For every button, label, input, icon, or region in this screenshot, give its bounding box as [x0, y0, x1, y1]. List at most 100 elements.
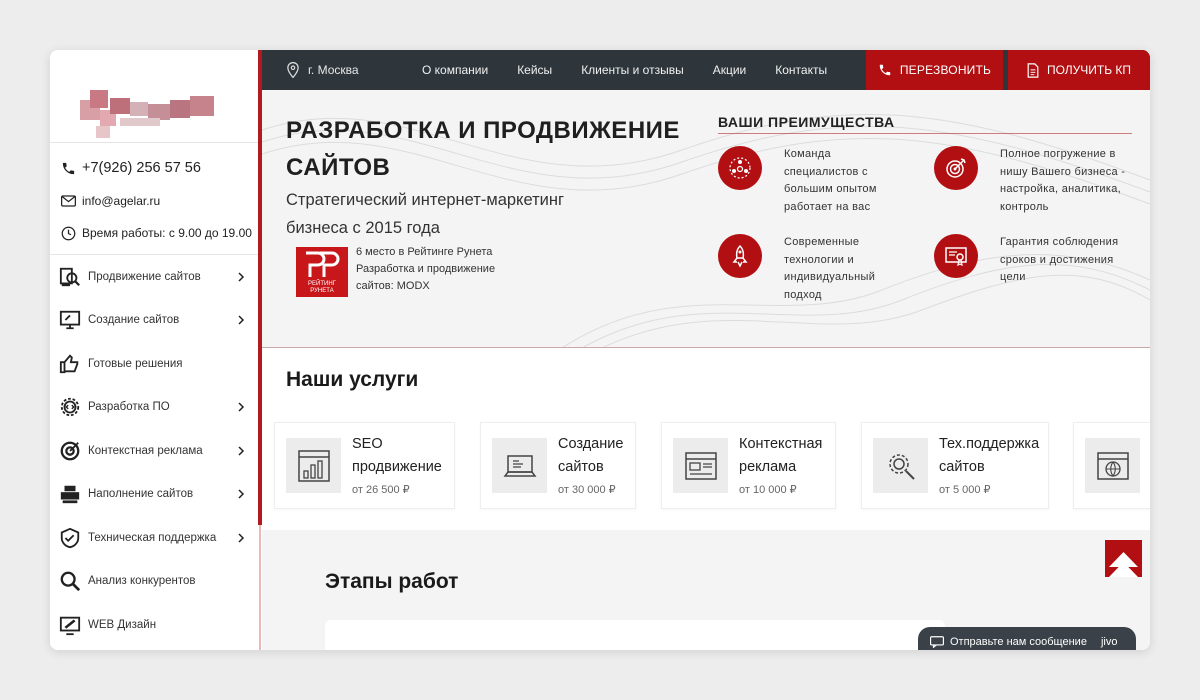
- chevron-right-icon: [238, 533, 245, 543]
- chevron-right-icon: [238, 489, 245, 499]
- nav-cases[interactable]: Кейсы: [517, 63, 552, 77]
- seo-icon: [58, 265, 82, 289]
- phone-link[interactable]: +7(926) 256 57 56: [50, 151, 258, 185]
- sidebar-item-context[interactable]: Контекстная реклама: [50, 429, 258, 473]
- get-offer-button[interactable]: ПОЛУЧИТЬ КП: [1008, 50, 1150, 90]
- chevron-right-icon: [238, 402, 245, 412]
- callback-label: ПЕРЕЗВОНИТЬ: [899, 63, 992, 77]
- service-name: Тех.поддержка сайтов: [939, 436, 1040, 475]
- chat-widget[interactable]: Отправьте нам сообщение jivo: [918, 627, 1136, 650]
- browser-ads-icon: [673, 438, 728, 493]
- logo[interactable]: [80, 82, 220, 142]
- hero-banner: РАЗРАБОТКА И ПРОДВИЖЕНИЕ САЙТОВ Стратеги…: [262, 90, 1150, 348]
- service-card-support[interactable]: Тех.поддержка сайтов от 5 000 ₽: [861, 422, 1049, 509]
- typewriter-icon: [58, 482, 82, 506]
- sidebar-item-label: Продвижение сайтов: [88, 270, 201, 283]
- service-name: SEO продвижение: [352, 436, 442, 475]
- top-nav: О компании Кейсы Клиенты и отзывы Акции …: [422, 63, 856, 77]
- sidebar-item-create[interactable]: Создание сайтов: [50, 299, 258, 343]
- sidebar-item-label: Анализ конкурентов: [88, 575, 196, 588]
- sidebar-item-label: Контекстная реклама: [88, 444, 203, 457]
- target-icon: [58, 439, 82, 463]
- service-card-create[interactable]: Создание сайтов от 30 000 ₽: [480, 422, 636, 509]
- service-price: от 5 000 ₽: [939, 484, 991, 496]
- sidebar-item-label: Разработка ПО: [88, 401, 170, 414]
- nav-about[interactable]: О компании: [422, 63, 488, 77]
- jivo-logo: jivo: [1100, 636, 1118, 648]
- service-name: Создание сайтов: [558, 436, 624, 475]
- city-label: г. Москва: [308, 63, 359, 77]
- team-icon: [718, 146, 762, 190]
- code-gear-icon: [58, 395, 82, 419]
- advantages-divider: [718, 133, 1132, 134]
- mail-icon: [60, 193, 76, 209]
- stages-title: Этапы работ: [325, 570, 459, 593]
- hero-title: РАЗРАБОТКА И ПРОДВИЖЕНИЕ САЙТОВ: [286, 117, 680, 181]
- sidebar-item-label: Создание сайтов: [88, 314, 180, 327]
- get-offer-label: ПОЛУЧИТЬ КП: [1046, 63, 1132, 77]
- gear-search-icon: [873, 438, 928, 493]
- document-icon: [1027, 62, 1039, 78]
- rating-runet-logo: РЕЙТИНГ РУНЕТА: [296, 247, 348, 297]
- sidebar-item-label: Техническая поддержка: [88, 531, 217, 544]
- service-card-seo[interactable]: SEO продвижение от 26 500 ₽: [274, 422, 455, 509]
- services-title: Наши услуги: [286, 368, 419, 391]
- advantage-item: Полное погружение в нишу Вашего бизнеса …: [934, 146, 1140, 216]
- advantage-text: Современные технологии и индивидуальный …: [784, 236, 876, 301]
- clock-icon: [60, 225, 76, 241]
- shield-check-icon: [58, 526, 82, 550]
- service-price: от 30 000 ₽: [558, 484, 616, 496]
- magnifier-icon: [58, 569, 82, 593]
- rocket-icon: [718, 234, 762, 278]
- service-price: от 26 500 ₽: [352, 484, 410, 496]
- sidebar: +7(926) 256 57 56 info@agelar.ru Время р…: [50, 50, 261, 650]
- chevron-right-icon: [238, 446, 245, 456]
- pen-monitor-icon: [58, 613, 82, 637]
- service-card-context[interactable]: Контекстная реклама от 10 000 ₽: [661, 422, 836, 509]
- laptop-icon: [492, 438, 547, 493]
- arrow-up-icon: [1105, 540, 1142, 577]
- service-card-partial[interactable]: [1073, 422, 1150, 509]
- nav-clients[interactable]: Клиенты и отзывы: [581, 63, 684, 77]
- rating-badge[interactable]: РЕЙТИНГ РУНЕТА 6 место в Рейтинге Рунета…: [296, 246, 506, 297]
- phone-icon: [879, 64, 891, 76]
- top-bar: г. Москва О компании Кейсы Клиенты и отз…: [262, 50, 1150, 90]
- contacts-block: +7(926) 256 57 56 info@agelar.ru Время р…: [50, 142, 258, 249]
- service-name: Контекстная реклама: [739, 436, 823, 475]
- sidebar-item-content[interactable]: Наполнение сайтов: [50, 473, 258, 517]
- sidebar-item-label: Готовые решения: [88, 357, 183, 370]
- hero-subtitle: Стратегический интернет-маркетинг бизнес…: [286, 191, 564, 237]
- sidebar-item-label: WEB Дизайн: [88, 618, 157, 631]
- nav-promo[interactable]: Акции: [713, 63, 747, 77]
- sidebar-item-support[interactable]: Техническая поддержка: [50, 516, 258, 560]
- sidebar-item-software[interactable]: Разработка ПО: [50, 386, 258, 430]
- location-pin-icon: [287, 62, 299, 78]
- hours-text: Время работы: с 9.00 до 19.00: [82, 226, 252, 240]
- rating-logo-text: РЕЙТИНГ РУНЕТА: [308, 281, 336, 294]
- phone-icon: [60, 160, 76, 176]
- message-icon: [930, 636, 944, 648]
- sidebar-item-design[interactable]: WEB Дизайн: [50, 603, 258, 647]
- sidebar-accent-bar-light: [259, 525, 261, 650]
- globe-window-icon: [1085, 438, 1140, 493]
- chevron-right-icon: [238, 272, 245, 282]
- working-hours: Время работы: с 9.00 до 19.00: [50, 217, 258, 249]
- advantage-text: Команда специалистов с большим опытом ра…: [784, 148, 877, 213]
- thumbs-up-icon: [58, 352, 82, 376]
- callback-button[interactable]: ПЕРЕЗВОНИТЬ: [866, 50, 1003, 90]
- nav-contacts[interactable]: Контакты: [775, 63, 827, 77]
- advantages-title: ВАШИ ПРЕИМУЩЕСТВА: [718, 114, 895, 130]
- sidebar-item-ready[interactable]: Готовые решения: [50, 342, 258, 386]
- city-selector[interactable]: г. Москва: [262, 62, 422, 78]
- advantage-text: Полное погружение в нишу Вашего бизнеса …: [1000, 148, 1126, 213]
- email-link[interactable]: info@agelar.ru: [50, 185, 258, 217]
- scroll-to-top-button[interactable]: [1105, 540, 1142, 577]
- sidebar-item-label: Наполнение сайтов: [88, 488, 194, 501]
- rating-text: 6 место в Рейтинге Рунета Разработка и п…: [356, 246, 496, 292]
- advantage-item: Команда специалистов с большим опытом ра…: [718, 146, 904, 216]
- sidebar-item-seo[interactable]: Продвижение сайтов: [50, 255, 258, 299]
- stages-card: [325, 620, 945, 650]
- sidebar-item-competitors[interactable]: Анализ конкурентов: [50, 560, 258, 604]
- email-address: info@agelar.ru: [82, 194, 161, 208]
- chat-label: Отправьте нам сообщение: [950, 636, 1087, 648]
